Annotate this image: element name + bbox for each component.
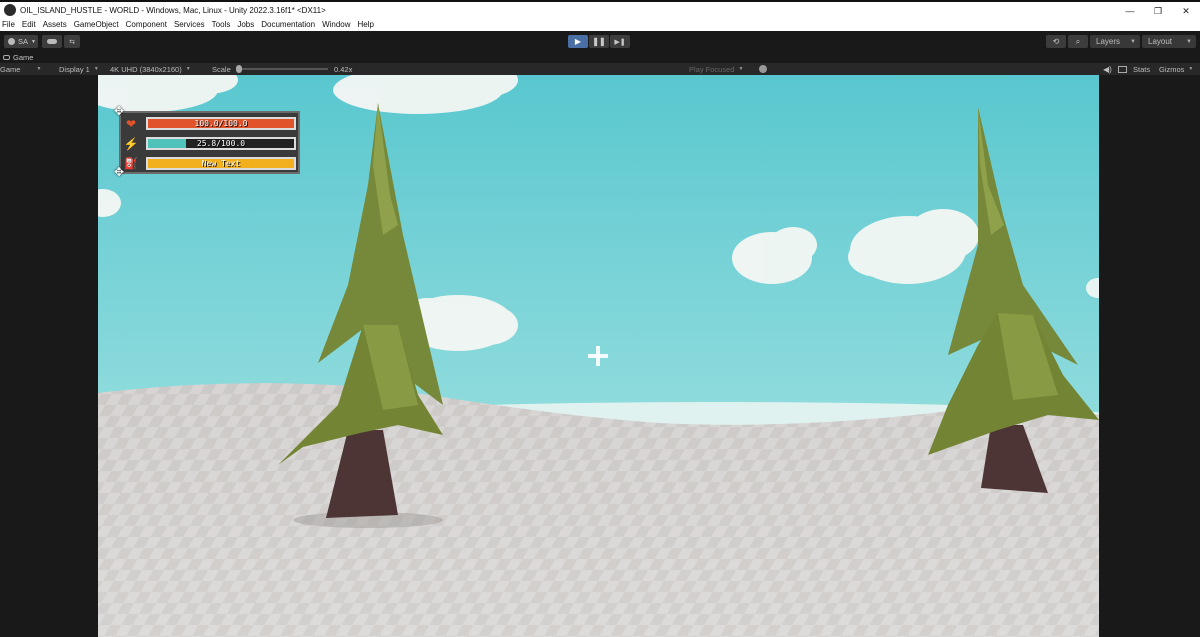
collab-icon: ⇆: [69, 38, 75, 46]
chevron-down-icon: ▼: [1186, 38, 1192, 45]
oil-can-icon: ⛽: [124, 158, 138, 170]
menu-jobs[interactable]: Jobs: [237, 20, 254, 29]
lightning-icon: ⚡: [123, 136, 139, 151]
stats-button[interactable]: Stats: [1133, 63, 1150, 75]
menu-help[interactable]: Help: [358, 20, 374, 29]
cloud-icon: [47, 39, 57, 44]
unity-logo-icon: [4, 4, 16, 16]
menu-window[interactable]: Window: [322, 20, 350, 29]
chevron-down-icon: ▼: [1188, 66, 1194, 72]
audio-button[interactable]: ◀): [1103, 63, 1112, 75]
layers-dropdown[interactable]: Layers ▼: [1090, 35, 1140, 48]
scale-label: Scale: [212, 64, 231, 74]
account-label: SA: [18, 37, 29, 46]
menu-edit[interactable]: Edit: [22, 20, 36, 29]
energy-text: 25.8/100.0: [196, 139, 246, 148]
gizmos-dropdown[interactable]: Gizmos ▼: [1159, 63, 1193, 75]
play-focused-label: Play Focused: [689, 64, 735, 74]
item-bar: New Text: [146, 157, 296, 170]
account-icon: [8, 38, 15, 45]
step-button[interactable]: ▶❚: [610, 35, 630, 48]
health-bar: 100.0/100.0: [146, 117, 296, 130]
search-button[interactable]: ⌕: [1068, 35, 1088, 48]
menu-file[interactable]: File: [2, 20, 15, 29]
bug-button[interactable]: [759, 63, 767, 75]
account-dropdown[interactable]: SA ▼: [4, 35, 38, 48]
heart-icon: ❤: [125, 116, 137, 131]
cloud-button[interactable]: [42, 35, 62, 48]
search-icon: ⌕: [1075, 36, 1081, 46]
menu-bar: File Edit Assets GameObject Component Se…: [0, 18, 1200, 31]
game-mode-label: Game: [0, 64, 21, 74]
health-row: ❤ 100.0/100.0: [123, 114, 298, 133]
scale-slider[interactable]: [236, 65, 328, 73]
display-dropdown[interactable]: Display 1 ▼: [59, 63, 99, 75]
play-focused-dropdown[interactable]: Play Focused ▼: [689, 63, 743, 75]
item-row: ⛽ New Text: [123, 154, 298, 173]
energy-row: ⚡ 25.8/100.0: [123, 134, 298, 153]
chevron-down-icon: ▼: [185, 66, 191, 72]
tab-game[interactable]: Game: [0, 51, 33, 63]
energy-bar: 25.8/100.0: [146, 137, 296, 150]
editor-tab-bar: Game: [0, 51, 1200, 63]
pause-button[interactable]: ❚❚: [589, 35, 609, 48]
move-handle-icon[interactable]: ✥: [113, 105, 125, 117]
game-view-toolbar: Game ▼ Display 1 ▼ 4K UHD (3840x2160) ▼ …: [0, 63, 1200, 75]
chevron-down-icon: ▼: [1130, 38, 1136, 45]
play-icon: ▶: [574, 37, 582, 46]
window-title: OIL_ISLAND_HUSTLE - WORLD - Windows, Mac…: [20, 5, 326, 15]
item-text: New Text: [201, 159, 241, 168]
menu-tools[interactable]: Tools: [212, 20, 231, 29]
crosshair-icon: [588, 346, 608, 366]
pause-icon: ❚❚: [592, 37, 606, 46]
menu-component[interactable]: Component: [126, 20, 167, 29]
tab-game-label: Game: [13, 52, 34, 62]
game-view-viewport[interactable]: ❤ 100.0/100.0 ⚡ 25.8/100.0 ⛽ New Text ✥ …: [98, 75, 1099, 637]
bug-icon: [759, 65, 767, 73]
game-mode-dropdown[interactable]: Game ▼: [0, 63, 41, 75]
history-icon: ⟲: [1052, 37, 1060, 46]
scale-value: 0.42x: [334, 64, 353, 74]
gizmos-label: Gizmos: [1159, 64, 1185, 74]
layout-dropdown[interactable]: Layout ▼: [1142, 35, 1196, 48]
snapshot-button[interactable]: [1118, 63, 1127, 75]
history-button[interactable]: ⟲: [1046, 35, 1066, 48]
menu-gameobject[interactable]: GameObject: [74, 20, 119, 29]
step-icon: ▶❚: [614, 38, 626, 46]
resolution-label: 4K UHD (3840x2160): [110, 64, 182, 74]
grid-icon: [1118, 65, 1127, 73]
menu-assets[interactable]: Assets: [43, 20, 67, 29]
chevron-down-icon: ▼: [93, 66, 99, 72]
resolution-dropdown[interactable]: 4K UHD (3840x2160) ▼: [110, 63, 191, 75]
health-text: 100.0/100.0: [194, 119, 248, 128]
collab-button[interactable]: ⇆: [64, 35, 80, 48]
chevron-down-icon: ▼: [738, 66, 744, 72]
play-button[interactable]: ▶: [568, 35, 588, 48]
chevron-down-icon: ▼: [36, 66, 42, 72]
title-bar: OIL_ISLAND_HUSTLE - WORLD - Windows, Mac…: [0, 0, 1200, 18]
move-handle-icon[interactable]: ✥: [113, 166, 125, 178]
speaker-icon: ◀): [1103, 64, 1112, 74]
main-toolbar: SA ▼ ⇆ ▶ ❚❚ ▶❚ ⟲ ⌕ Layers ▼ Layout ▼: [0, 31, 1200, 51]
menu-services[interactable]: Services: [174, 20, 205, 29]
layers-label: Layers: [1096, 37, 1121, 46]
menu-documentation[interactable]: Documentation: [261, 20, 315, 29]
player-hud: ❤ 100.0/100.0 ⚡ 25.8/100.0 ⛽ New Text: [119, 111, 300, 174]
display-label: Display 1: [59, 64, 90, 74]
layout-label: Layout: [1148, 37, 1173, 46]
gamepad-icon: [3, 54, 10, 60]
scale-slider-handle[interactable]: [236, 65, 242, 73]
